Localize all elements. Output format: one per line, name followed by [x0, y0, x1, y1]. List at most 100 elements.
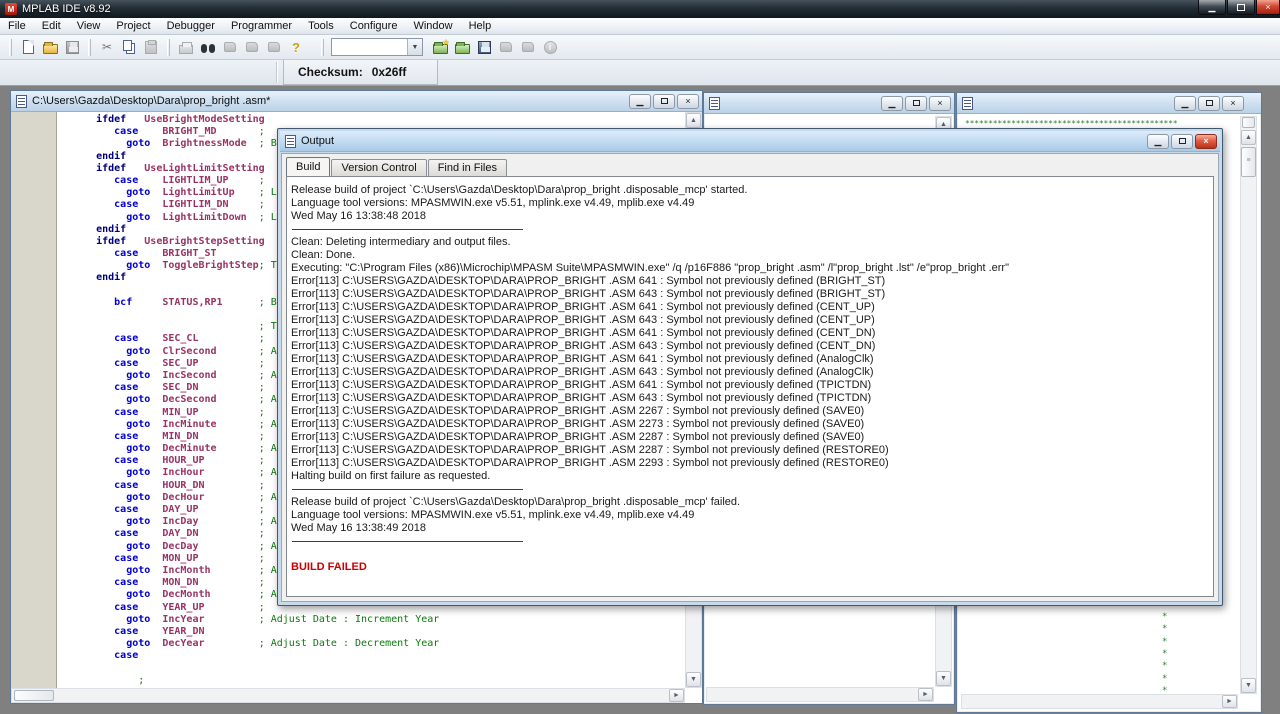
- app-maximize-button[interactable]: [1227, 0, 1255, 15]
- output-line: Error[113] C:\USERS\GAZDA\DESKTOP\DARA\P…: [291, 327, 876, 339]
- menu-debugger[interactable]: Debugger: [159, 19, 223, 33]
- menu-edit[interactable]: Edit: [34, 19, 69, 33]
- toolbar-separator: [88, 38, 91, 56]
- menubar: File Edit View Project Debugger Programm…: [0, 18, 1280, 35]
- scroll-up-icon[interactable]: ▲: [1241, 130, 1256, 145]
- build-config-combobox[interactable]: ▼: [331, 38, 423, 56]
- scroll-down-icon[interactable]: ▼: [1241, 678, 1256, 693]
- editor2-close-button[interactable]: ×: [929, 95, 951, 111]
- output-close-button[interactable]: ×: [1195, 133, 1217, 149]
- editor3-hscrollbar[interactable]: ►: [961, 694, 1238, 709]
- bookmark-next-icon[interactable]: [264, 38, 284, 57]
- code-line: ifdef UseBrightModeSetting: [66, 114, 265, 125]
- editor3-close-button[interactable]: ×: [1222, 95, 1244, 111]
- output-body: Build Version Control Find in Files Rele…: [281, 153, 1219, 602]
- print-icon[interactable]: [176, 38, 196, 57]
- save-file-icon[interactable]: [62, 38, 82, 57]
- checkpoint-icon[interactable]: [220, 38, 240, 57]
- output-line: Error[113] C:\USERS\GAZDA\DESKTOP\DARA\P…: [291, 379, 872, 391]
- build-config-input[interactable]: [337, 40, 407, 54]
- mplab-logo-icon: M: [5, 3, 17, 15]
- output-line: Error[113] C:\USERS\GAZDA\DESKTOP\DARA\P…: [291, 353, 874, 365]
- editor2-minimize-button[interactable]: ▁: [881, 95, 903, 111]
- toolbar-grip[interactable]: [9, 38, 12, 56]
- asm-comment-star: *: [1162, 673, 1168, 684]
- editor3-vscrollbar[interactable]: ▲ ≡ ▼: [1240, 116, 1257, 694]
- app-minimize-button[interactable]: ▁: [1198, 0, 1226, 15]
- output-line: Error[113] C:\USERS\GAZDA\DESKTOP\DARA\P…: [291, 366, 874, 378]
- new-project-icon[interactable]: [430, 38, 450, 57]
- tab-find-in-files[interactable]: Find in Files: [427, 159, 507, 176]
- scroll-thumb[interactable]: [14, 690, 54, 701]
- menu-view[interactable]: View: [69, 19, 109, 33]
- open-project-icon[interactable]: [452, 38, 472, 57]
- editor2-maximize-button[interactable]: [905, 95, 927, 111]
- menu-help[interactable]: Help: [461, 19, 500, 33]
- editor-close-button[interactable]: ×: [677, 93, 699, 109]
- app-titlebar[interactable]: M MPLAB IDE v8.92 ▁ ×: [0, 0, 1280, 18]
- output-line: Release build of project `C:\Users\Gazda…: [291, 184, 748, 196]
- scroll-down-icon[interactable]: ▼: [936, 671, 951, 686]
- scroll-right-icon[interactable]: ►: [918, 688, 933, 701]
- output-window: Output ▁ × Build Version Control Find in…: [277, 128, 1223, 606]
- output-maximize-button[interactable]: [1171, 133, 1193, 149]
- editor-gutter[interactable]: [11, 112, 57, 688]
- menu-programmer[interactable]: Programmer: [223, 19, 300, 33]
- about-icon[interactable]: i: [540, 38, 560, 57]
- tab-build[interactable]: Build: [286, 157, 331, 176]
- menu-file[interactable]: File: [0, 19, 34, 33]
- new-file-icon[interactable]: [18, 38, 38, 57]
- bookmark-prev-icon[interactable]: [242, 38, 262, 57]
- scroll-splitter[interactable]: [1242, 117, 1255, 128]
- cut-icon[interactable]: ✂: [97, 38, 117, 57]
- document-icon: [16, 94, 27, 108]
- editor3-maximize-button[interactable]: [1198, 95, 1220, 111]
- editor-titlebar[interactable]: C:\Users\Gazda\Desktop\Dara\prop_bright …: [11, 91, 702, 112]
- save-workspace-icon[interactable]: [474, 38, 494, 57]
- scroll-right-icon[interactable]: ►: [1222, 695, 1237, 708]
- build-icon[interactable]: [496, 38, 516, 57]
- editor3-titlebar[interactable]: ▁ ×: [957, 93, 1261, 114]
- menu-configure[interactable]: Configure: [342, 19, 406, 33]
- scroll-right-icon[interactable]: ►: [669, 689, 684, 702]
- output-line: Error[113] C:\USERS\GAZDA\DESKTOP\DARA\P…: [291, 301, 875, 313]
- menu-window[interactable]: Window: [405, 19, 460, 33]
- scroll-thumb[interactable]: ≡: [1241, 147, 1256, 177]
- tab-version-control[interactable]: Version Control: [331, 159, 427, 176]
- app-close-button[interactable]: ×: [1256, 0, 1280, 15]
- output-titlebar[interactable]: Output ▁ ×: [280, 131, 1220, 152]
- copy-icon[interactable]: [119, 38, 139, 57]
- toolbar-separator: [167, 38, 170, 56]
- menu-tools[interactable]: Tools: [300, 19, 342, 33]
- scroll-down-icon[interactable]: ▼: [686, 672, 701, 687]
- editor2-titlebar[interactable]: ▁ ×: [704, 93, 954, 114]
- editor2-hscrollbar[interactable]: ►: [706, 687, 934, 702]
- chevron-down-icon[interactable]: ▼: [407, 39, 422, 55]
- code-line: goto IncYear ; Adjust Date : Increment Y…: [66, 613, 440, 625]
- help-icon[interactable]: ?: [286, 38, 306, 57]
- editor-hscrollbar[interactable]: ►: [11, 688, 685, 703]
- scroll-up-icon[interactable]: ▲: [686, 113, 701, 128]
- open-file-icon[interactable]: [40, 38, 60, 57]
- status-row: Checksum: 0x26ff: [0, 60, 1280, 86]
- editor-maximize-button[interactable]: [653, 93, 675, 109]
- build-log[interactable]: Release build of project `C:\Users\Gazda…: [286, 176, 1214, 597]
- output-line: Wed May 16 13:38:49 2018: [291, 522, 426, 534]
- output-minimize-button[interactable]: ▁: [1147, 133, 1169, 149]
- menu-project[interactable]: Project: [108, 19, 158, 33]
- mplab-ide-window: M MPLAB IDE v8.92 ▁ × File Edit View Pro…: [0, 0, 1280, 714]
- output-line: Error[113] C:\USERS\GAZDA\DESKTOP\DARA\P…: [291, 275, 886, 287]
- toolbar: ✂ ? ▼ i: [0, 35, 1280, 60]
- output-line: Error[113] C:\USERS\GAZDA\DESKTOP\DARA\P…: [291, 392, 872, 404]
- editor-minimize-button[interactable]: ▁: [629, 93, 651, 109]
- program-target-icon[interactable]: [518, 38, 538, 57]
- output-line: Error[113] C:\USERS\GAZDA\DESKTOP\DARA\P…: [291, 340, 876, 352]
- output-line: [291, 223, 1213, 236]
- editor3-minimize-button[interactable]: ▁: [1174, 95, 1196, 111]
- output-line: BUILD FAILED: [291, 561, 367, 573]
- output-line: Error[113] C:\USERS\GAZDA\DESKTOP\DARA\P…: [291, 444, 889, 456]
- paste-icon[interactable]: [141, 38, 161, 57]
- output-line: Release build of project `C:\Users\Gazda…: [291, 496, 741, 508]
- find-icon[interactable]: [198, 38, 218, 57]
